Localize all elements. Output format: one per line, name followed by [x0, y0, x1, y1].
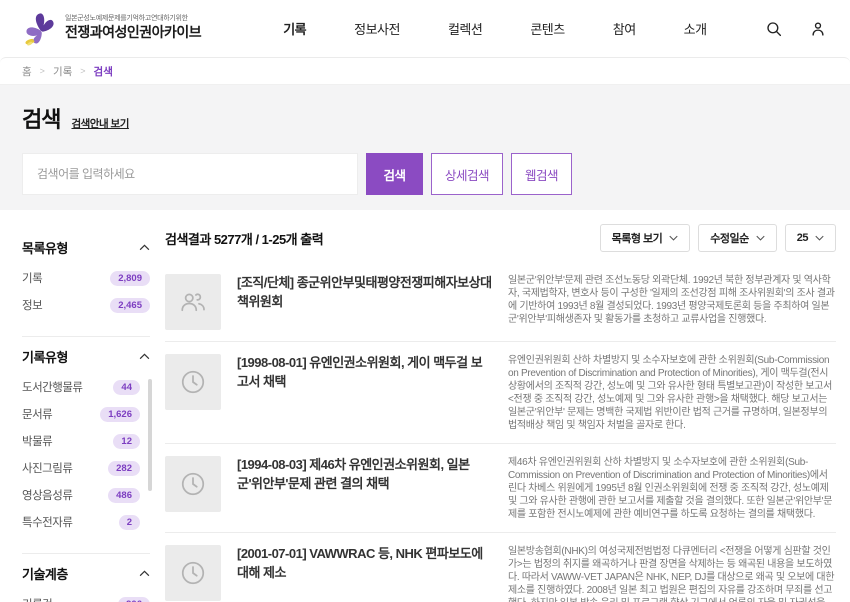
nav-item-contents[interactable]: 콘텐츠 — [506, 11, 588, 46]
count-badge: 2 — [119, 515, 140, 530]
main-nav: 기록 정보사전 컬렉션 콘텐츠 참여 소개 — [259, 11, 730, 46]
count-badge: 486 — [108, 488, 140, 503]
facet-item[interactable]: 박물류 12 — [22, 433, 140, 449]
facet-section-record-type: 기록유형 도서간행물류 44 문서류 1,626 박물류 12 — [22, 337, 150, 554]
advanced-search-button[interactable]: 상세검색 — [431, 153, 503, 195]
user-icon[interactable] — [808, 19, 828, 39]
nav-item-records[interactable]: 기록 — [259, 11, 330, 46]
count-badge: 2,465 — [110, 298, 150, 313]
search-button[interactable]: 검색 — [366, 153, 423, 195]
facet-item[interactable]: 영상음성류 486 — [22, 487, 140, 503]
result-thumbnail — [165, 456, 221, 512]
page-title: 검색 — [22, 102, 60, 134]
chevron-up-icon — [139, 244, 150, 251]
logo-tagline: 일본군성노예제문제를기억하고연대하기위한 — [65, 15, 201, 24]
facet-section-description-level: 기술계층 기록건 906 기록철 42 아이템세트 357 — [22, 554, 150, 602]
nav-item-collections[interactable]: 컬렉션 — [424, 11, 506, 46]
result-row: [1994-08-03] 제46차 유엔인권소위원회, 일본군'위안부'문제 관… — [165, 444, 836, 533]
chevron-up-icon — [139, 353, 150, 360]
top-header: 일본군성노예제문제를기억하고연대하기위한 전쟁과여성인권아카이브 기록 정보사전… — [0, 0, 850, 57]
facet-sidebar: 목록유형 기록 2,809 정보 2,465 기록유형 — [22, 228, 150, 602]
result-thumbnail — [165, 274, 221, 330]
result-description: 일본군'위안부'문제 관련 조선노동당 외곽단체. 1992년 북한 정부관계자… — [508, 274, 836, 330]
count-badge: 282 — [108, 461, 140, 476]
count-badge: 44 — [113, 380, 140, 395]
logo-title: 전쟁과여성인권아카이브 — [65, 24, 201, 42]
count-badge: 2,809 — [110, 271, 150, 286]
facet-header-record-type[interactable]: 기록유형 — [22, 347, 150, 366]
search-section: 검색 검색안내 보기 검색 상세검색 웹검색 — [0, 85, 850, 210]
clock-icon — [178, 469, 208, 499]
result-title[interactable]: [1998-08-01] 유엔인권소위원회, 게이 맥두걸 보고서 채택 — [237, 354, 493, 432]
result-row: [1998-08-01] 유엔인권소위원회, 게이 맥두걸 보고서 채택 유엔인… — [165, 342, 836, 444]
search-results: 검색결과 5277개 / 1-25개 출력 목록형 보기 수정일순 25 — [165, 222, 836, 602]
facet-item[interactable]: 기록 2,809 — [22, 270, 150, 286]
count-badge: 1,626 — [100, 407, 140, 422]
facet-section-list-type: 목록유형 기록 2,809 정보 2,465 — [22, 228, 150, 337]
people-icon — [178, 287, 208, 317]
facet-header-list-type[interactable]: 목록유형 — [22, 238, 150, 257]
breadcrumb: 홈 > 기록 > 검색 — [0, 57, 850, 85]
chevron-down-icon — [756, 235, 765, 241]
breadcrumb-separator: > — [40, 66, 45, 76]
sort-order-select[interactable]: 수정일순 — [698, 224, 776, 252]
nav-item-about[interactable]: 소개 — [660, 11, 731, 46]
facet-item[interactable]: 정보 2,465 — [22, 297, 150, 313]
search-guide-link[interactable]: 검색안내 보기 — [71, 116, 128, 134]
facet-header-description-level[interactable]: 기술계층 — [22, 564, 150, 583]
result-thumbnail — [165, 354, 221, 410]
page-size-select[interactable]: 25 — [785, 224, 836, 252]
result-description: 제46차 유엔인권위원회 산하 차별방지 및 소수자보호에 관한 소위원회(Su… — [508, 456, 836, 521]
breadcrumb-home[interactable]: 홈 — [22, 64, 32, 79]
site-logo[interactable]: 일본군성노예제문제를기억하고연대하기위한 전쟁과여성인권아카이브 — [22, 11, 201, 47]
facet-item[interactable]: 도서간행물류 44 — [22, 379, 140, 395]
breadcrumb-separator: > — [80, 66, 85, 76]
facet-scrollbar[interactable] — [148, 379, 152, 491]
nav-item-dictionary[interactable]: 정보사전 — [330, 11, 424, 46]
breadcrumb-search[interactable]: 검색 — [94, 64, 113, 79]
search-icon[interactable] — [764, 19, 784, 39]
result-description: 유엔인권위원회 산하 차별방지 및 소수자보호에 관한 소위원회(Sub-Com… — [508, 354, 836, 432]
facet-item[interactable]: 문서류 1,626 — [22, 406, 140, 422]
web-search-button[interactable]: 웹검색 — [511, 153, 572, 195]
facet-item[interactable]: 특수전자류 2 — [22, 514, 140, 530]
result-title[interactable]: [조직/단체] 종군위안부및태평양전쟁피해자보상대책위원회 — [237, 274, 493, 330]
result-row: [조직/단체] 종군위안부및태평양전쟁피해자보상대책위원회 일본군'위안부'문제… — [165, 262, 836, 342]
clock-icon — [178, 558, 208, 588]
search-input[interactable] — [22, 153, 358, 195]
chevron-up-icon — [139, 570, 150, 577]
result-row: [2001-07-01] VAWWRAC 등, NHK 편파보도에 대해 제소 … — [165, 533, 836, 602]
facet-item[interactable]: 사진그림류 282 — [22, 460, 140, 476]
nav-item-participation[interactable]: 참여 — [589, 11, 660, 46]
facet-item[interactable]: 기록건 906 — [22, 596, 150, 602]
result-title[interactable]: [1994-08-03] 제46차 유엔인권소위원회, 일본군'위안부'문제 관… — [237, 456, 493, 521]
result-thumbnail — [165, 545, 221, 601]
breadcrumb-records[interactable]: 기록 — [53, 64, 72, 79]
result-description: 일본방송협회(NHK)의 여성국제전범법정 다큐멘터리 <전쟁을 어떻게 심판할… — [508, 545, 836, 602]
chevron-down-icon — [815, 235, 824, 241]
result-title[interactable]: [2001-07-01] VAWWRAC 등, NHK 편파보도에 대해 제소 — [237, 545, 493, 602]
count-badge: 906 — [118, 597, 150, 602]
chevron-down-icon — [669, 235, 678, 241]
view-mode-select[interactable]: 목록형 보기 — [600, 224, 691, 252]
butterfly-logo-icon — [22, 11, 58, 47]
clock-icon — [178, 367, 208, 397]
result-summary: 검색결과 5277개 / 1-25개 출력 — [165, 229, 323, 248]
count-badge: 12 — [113, 434, 140, 449]
